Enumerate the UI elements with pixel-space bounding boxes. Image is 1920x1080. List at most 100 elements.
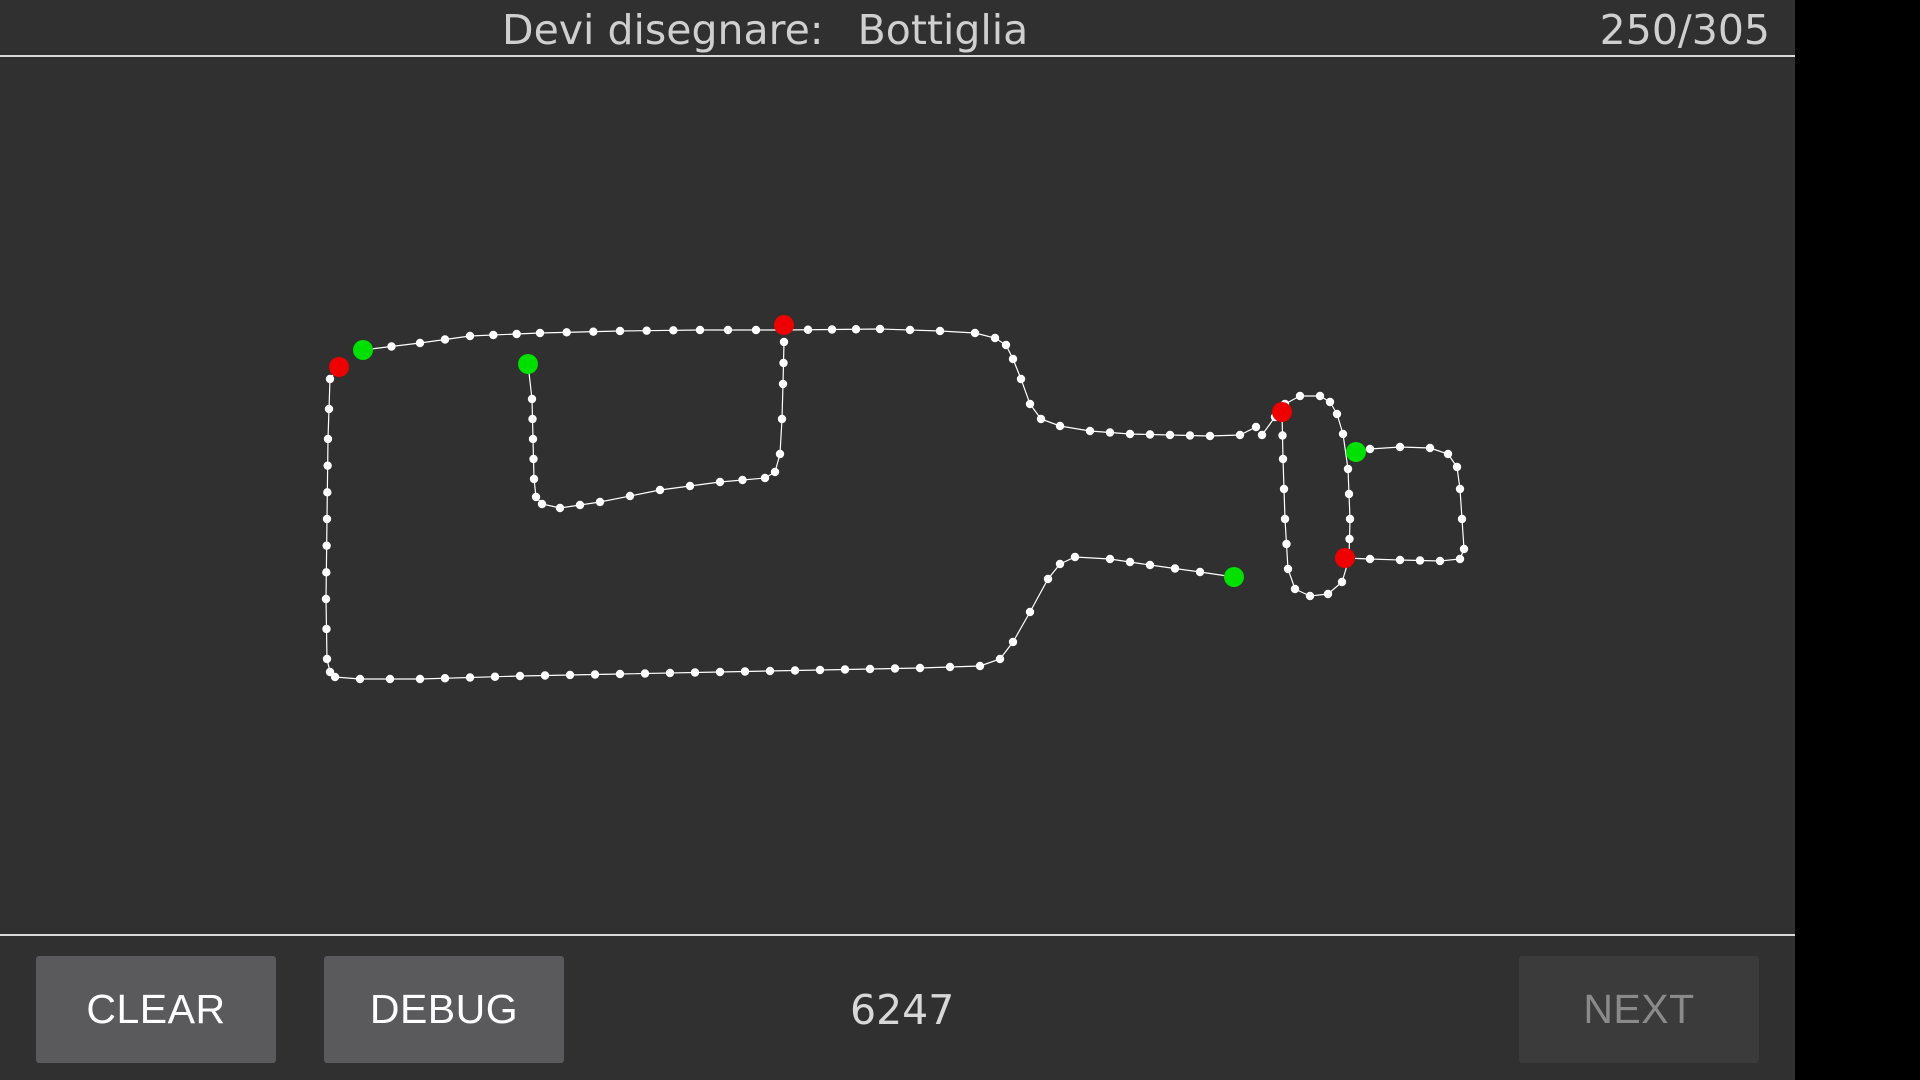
stroke-point xyxy=(355,674,365,684)
stroke-point xyxy=(1290,584,1300,594)
stroke-point xyxy=(905,325,915,335)
stroke-point xyxy=(1025,399,1035,409)
stroke-point xyxy=(827,325,837,334)
stroke-point xyxy=(1315,391,1325,401)
stroke-point xyxy=(915,663,925,673)
stroke-point xyxy=(1305,591,1315,601)
stroke-point xyxy=(323,434,333,444)
stroke-point xyxy=(595,497,605,507)
target-word: Bottiglia xyxy=(857,6,1029,54)
stroke-point xyxy=(779,358,788,368)
stroke-point xyxy=(323,488,332,497)
stroke-point xyxy=(529,474,539,484)
drawing-prompt: Devi disegnare: Bottiglia xyxy=(502,6,1028,54)
stroke-point xyxy=(715,667,725,677)
stroke-point xyxy=(1105,428,1115,437)
stroke-point xyxy=(490,672,500,681)
stroke-point xyxy=(790,666,800,675)
stroke-point xyxy=(715,477,725,487)
stroke-end-marker xyxy=(1335,548,1355,568)
stroke-start-marker xyxy=(353,340,373,360)
stroke-line xyxy=(362,328,1257,437)
stroke-point xyxy=(1395,442,1405,452)
drawing-canvas[interactable] xyxy=(0,59,1795,934)
stroke-point xyxy=(1337,577,1347,587)
clear-button[interactable]: CLEAR xyxy=(36,956,276,1063)
stroke-point xyxy=(1332,409,1342,419)
stroke-point xyxy=(1435,556,1445,566)
stroke-point xyxy=(589,327,598,336)
stroke-line xyxy=(1261,395,1351,597)
stroke-line xyxy=(1344,446,1465,562)
stroke-point xyxy=(770,467,780,477)
stroke-point xyxy=(1459,544,1469,554)
stroke-point xyxy=(1365,554,1375,564)
stroke-point xyxy=(1257,430,1267,440)
stroke-point xyxy=(690,668,700,677)
stroke-point xyxy=(322,541,331,550)
stroke-point xyxy=(1070,552,1080,562)
stroke-point xyxy=(1170,564,1180,573)
stroke-point xyxy=(1085,426,1095,436)
stroke-point xyxy=(1338,429,1348,439)
stroke-point xyxy=(1457,514,1467,524)
stroke-point xyxy=(760,473,770,483)
stroke-point xyxy=(330,672,340,682)
stroke-point xyxy=(1025,607,1035,617)
stroke-point xyxy=(655,485,665,495)
stroke-point xyxy=(1325,397,1335,407)
stroke-point xyxy=(321,594,331,604)
stroke-point xyxy=(615,326,625,336)
stroke-point xyxy=(1125,557,1135,567)
stroke-line xyxy=(527,341,785,509)
stroke-point xyxy=(515,671,525,681)
stroke-point xyxy=(1425,443,1435,453)
stroke-point xyxy=(777,414,787,424)
prompt-label: Devi disegnare: xyxy=(502,6,824,54)
stroke-point xyxy=(323,461,332,470)
stroke-point xyxy=(465,331,475,341)
stroke-point xyxy=(1282,539,1291,549)
stroke-point xyxy=(387,342,396,351)
stroke-point xyxy=(322,514,332,524)
stroke-point xyxy=(575,500,585,510)
stroke-line xyxy=(325,366,1235,680)
stroke-point xyxy=(740,667,750,676)
stroke-point xyxy=(890,664,900,673)
stroke-point xyxy=(1415,556,1425,565)
stroke-point xyxy=(1455,484,1465,494)
stroke-point xyxy=(723,325,733,335)
stroke-point xyxy=(1323,589,1333,599)
stroke-start-marker xyxy=(1224,567,1244,587)
stroke-point xyxy=(1278,431,1287,440)
next-button[interactable]: NEXT xyxy=(1519,956,1759,1063)
stroke-point xyxy=(527,394,537,404)
stroke-point xyxy=(875,324,885,334)
stroke-point xyxy=(1279,484,1289,494)
stroke-point xyxy=(1283,564,1293,574)
stroke-point xyxy=(1125,429,1135,439)
stroke-point xyxy=(531,492,541,502)
drawing-app: Devi disegnare: Bottiglia 250/305 CLEAR D… xyxy=(0,0,1795,1080)
stroke-point xyxy=(385,674,395,684)
stroke-point xyxy=(1345,514,1355,524)
stroke-point xyxy=(995,654,1005,664)
stroke-start-marker xyxy=(1346,442,1366,462)
stroke-point xyxy=(851,325,861,334)
debug-button[interactable]: DEBUG xyxy=(324,956,564,1063)
stroke-point xyxy=(465,673,475,682)
stroke-point xyxy=(1008,354,1018,364)
stroke-point xyxy=(1344,489,1354,499)
sketch-strokes xyxy=(321,315,1469,684)
stroke-point xyxy=(778,379,788,389)
stroke-point xyxy=(1001,340,1011,350)
stroke-point xyxy=(1343,464,1353,474)
stroke-point xyxy=(537,499,547,509)
stroke-point xyxy=(840,665,850,674)
stroke-point xyxy=(865,664,875,674)
stroke-point xyxy=(565,670,575,680)
stroke-point xyxy=(685,481,695,491)
stroke-point xyxy=(1365,444,1375,454)
stroke-point xyxy=(322,568,331,577)
stroke-point xyxy=(1055,559,1065,569)
